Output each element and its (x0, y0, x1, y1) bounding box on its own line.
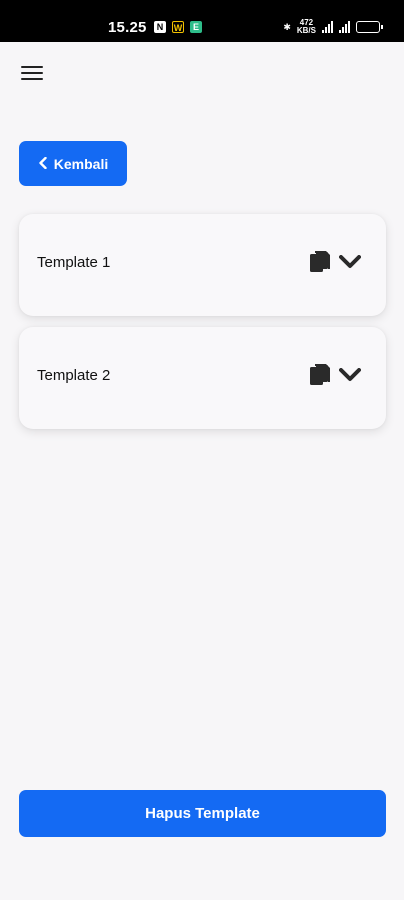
battery-level: 80 (364, 23, 372, 30)
template-title: Template 2 (37, 367, 111, 384)
signal-icon (339, 21, 350, 33)
chevron-left-icon (38, 156, 47, 172)
hamburger-menu-icon[interactable] (21, 66, 43, 82)
notification-icon: N (154, 21, 166, 33)
template-actions (309, 363, 361, 387)
status-bar: 15.25 N W E ✱ 472 KB/S 80 (0, 0, 404, 42)
copy-icon[interactable] (309, 250, 331, 274)
back-button[interactable]: Kembali (19, 141, 127, 186)
battery-icon: 80 (356, 21, 383, 33)
notification-icon: E (190, 21, 202, 33)
chevron-down-icon[interactable] (339, 255, 361, 269)
copy-icon[interactable] (309, 363, 331, 387)
system-icons: ✱ 472 KB/S 80 (283, 19, 383, 35)
bluetooth-icon: ✱ (283, 21, 291, 32)
network-speed-unit: KB/S (296, 26, 316, 35)
notification-icon: W (172, 21, 184, 33)
chevron-down-icon[interactable] (339, 368, 361, 382)
network-speed: 472 KB/S (297, 19, 316, 35)
template-card[interactable]: Template 1 (19, 214, 386, 316)
back-button-label: Kembali (53, 155, 109, 172)
template-actions (309, 250, 361, 274)
notification-icons: N W E (154, 21, 202, 33)
template-title: Template 1 (37, 254, 111, 271)
status-time: 15.25 (108, 19, 147, 36)
template-card[interactable]: Template 2 (19, 327, 386, 429)
delete-template-button[interactable]: Hapus Template (19, 790, 386, 837)
signal-icon (322, 21, 333, 33)
